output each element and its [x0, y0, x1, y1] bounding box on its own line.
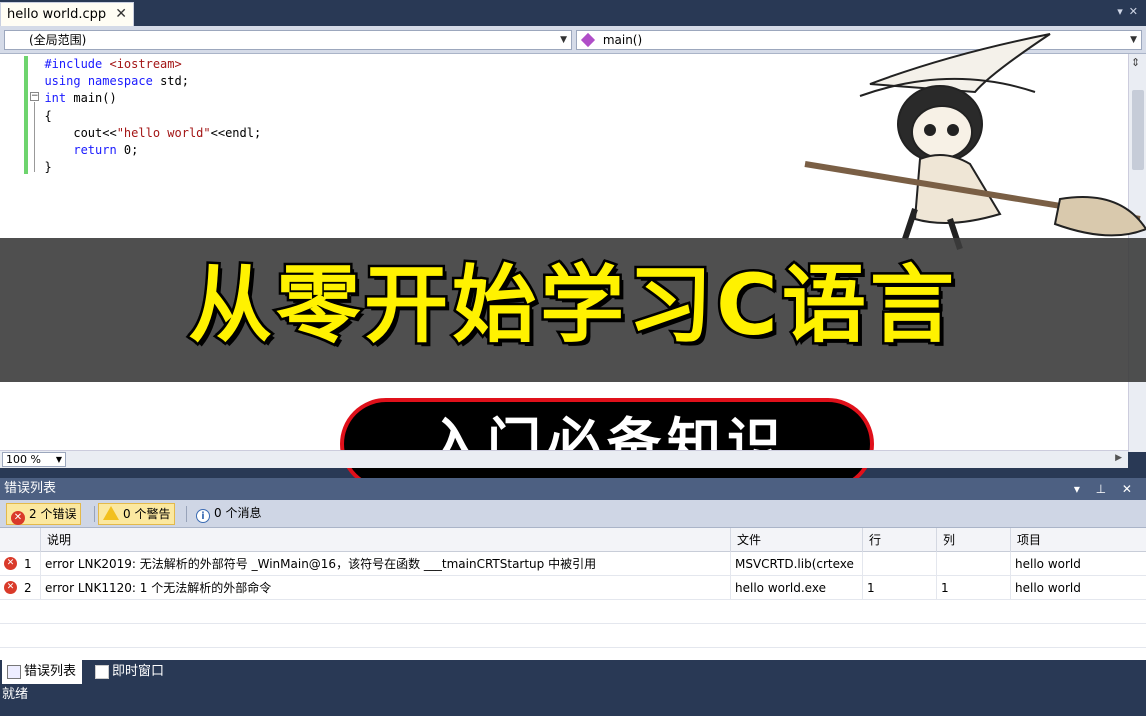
- table-row[interactable]: ✕ 2 error LNK1120: 1 个无法解析的外部命令 hello wo…: [0, 576, 1146, 600]
- banner-subtitle: 入门必备知识: [427, 412, 787, 475]
- row-column: [936, 552, 1010, 576]
- code-line-4: {: [44, 108, 52, 123]
- code-line-6: return 0;: [44, 143, 139, 158]
- table-row-empty: [0, 600, 1146, 624]
- panel-controls[interactable]: ▾ ⊥ ✕: [1074, 478, 1138, 500]
- row-number: 2: [24, 581, 32, 595]
- warnings-filter-label: 0 个警告: [123, 507, 171, 521]
- row-column: 1: [936, 576, 1010, 600]
- code-line-2: using namespace std;: [44, 74, 189, 89]
- zoom-value: 100 %: [6, 453, 41, 466]
- errors-filter-button[interactable]: ✕ 2 个错误: [6, 503, 82, 525]
- row-project: hello world: [1010, 576, 1146, 600]
- filter-separator: [94, 506, 95, 522]
- grid-header: 说明 文件 行 列 项目: [0, 528, 1146, 552]
- row-line: [862, 552, 936, 576]
- member-value: main(): [602, 33, 643, 47]
- warning-icon: [103, 506, 119, 520]
- error-list-icon: [7, 665, 21, 679]
- error-filter-bar: ✕ 2 个错误 0 个警告 i 0 个消息: [0, 500, 1146, 528]
- table-row-empty: [0, 624, 1146, 648]
- row-description: error LNK2019: 无法解析的外部符号 _WinMain@16，该符号…: [40, 552, 730, 576]
- row-line: 1: [862, 576, 936, 600]
- column-header-file[interactable]: 文件: [730, 528, 862, 552]
- panel-title: 错误列表: [4, 481, 57, 496]
- code-text[interactable]: #include <iostream> using namespace std;…: [30, 56, 261, 176]
- chevron-down-icon: ▼: [560, 35, 567, 45]
- warnings-filter-button[interactable]: 0 个警告: [98, 503, 176, 525]
- document-tab-title: hello world.cpp: [7, 7, 107, 22]
- scope-value: (全局范围): [29, 33, 87, 47]
- row-project: hello world: [1010, 552, 1146, 576]
- scope-dropdown[interactable]: (全局范围) ▼: [4, 30, 572, 50]
- error-icon: ✕: [4, 581, 17, 594]
- zoom-dropdown[interactable]: 100 % ▼: [2, 452, 66, 467]
- document-tab-hello-world[interactable]: hello world.cpp ✕: [0, 2, 134, 26]
- filter-separator: [186, 506, 187, 522]
- error-icon: ✕: [11, 511, 25, 525]
- column-header-project[interactable]: 项目: [1010, 528, 1146, 552]
- banner-title: 从零开始学习C语言: [186, 254, 958, 357]
- column-header-column[interactable]: 列: [936, 528, 1010, 552]
- status-text: 就绪: [2, 687, 29, 702]
- code-line-1: #include <iostream>: [44, 57, 182, 71]
- row-number: 1: [24, 557, 32, 571]
- info-icon: i: [196, 509, 210, 523]
- bottom-tool-tabs: 错误列表 即时窗口: [0, 660, 1146, 684]
- chevron-down-icon: ▼: [55, 455, 62, 464]
- witch-illustration: [804, 33, 1146, 250]
- tab-immediate-label: 即时窗口: [112, 664, 165, 679]
- column-header-description[interactable]: 说明: [40, 528, 730, 552]
- error-list-grid: 说明 文件 行 列 项目 ✕ 1 error LNK2019: 无法解析的外部符…: [0, 528, 1146, 660]
- horizontal-scrollbar[interactable]: 100 % ▼ ▶: [0, 450, 1128, 468]
- method-icon: [580, 32, 596, 48]
- messages-filter-button[interactable]: i 0 个消息: [192, 503, 265, 525]
- column-header-line[interactable]: 行: [862, 528, 936, 552]
- code-line-7: }: [44, 160, 52, 175]
- scroll-right-icon[interactable]: ▶: [1115, 453, 1122, 463]
- code-line-3: int main(): [44, 91, 117, 106]
- tab-error-list[interactable]: 错误列表: [2, 660, 83, 684]
- table-row[interactable]: ✕ 1 error LNK2019: 无法解析的外部符号 _WinMain@16…: [0, 552, 1146, 576]
- errors-filter-label: 2 个错误: [29, 507, 77, 521]
- tab-error-list-label: 错误列表: [24, 664, 77, 679]
- row-description: error LNK1120: 1 个无法解析的外部命令: [40, 576, 730, 600]
- immediate-window-icon: [95, 665, 109, 679]
- tab-immediate-window[interactable]: 即时窗口: [90, 660, 170, 684]
- error-icon: ✕: [4, 557, 17, 570]
- change-tracking-margin: [24, 56, 28, 174]
- error-list-title-bar: 错误列表 ▾ ⊥ ✕: [0, 478, 1146, 500]
- row-file: hello world.exe: [730, 576, 862, 600]
- messages-filter-label: 0 个消息: [214, 506, 262, 520]
- close-icon[interactable]: ✕: [115, 6, 127, 22]
- row-file: MSVCRTD.lib(crtexe: [730, 552, 862, 576]
- status-bar: 就绪: [0, 684, 1146, 716]
- code-line-5: cout<<"hello world"<<endl;: [44, 125, 262, 140]
